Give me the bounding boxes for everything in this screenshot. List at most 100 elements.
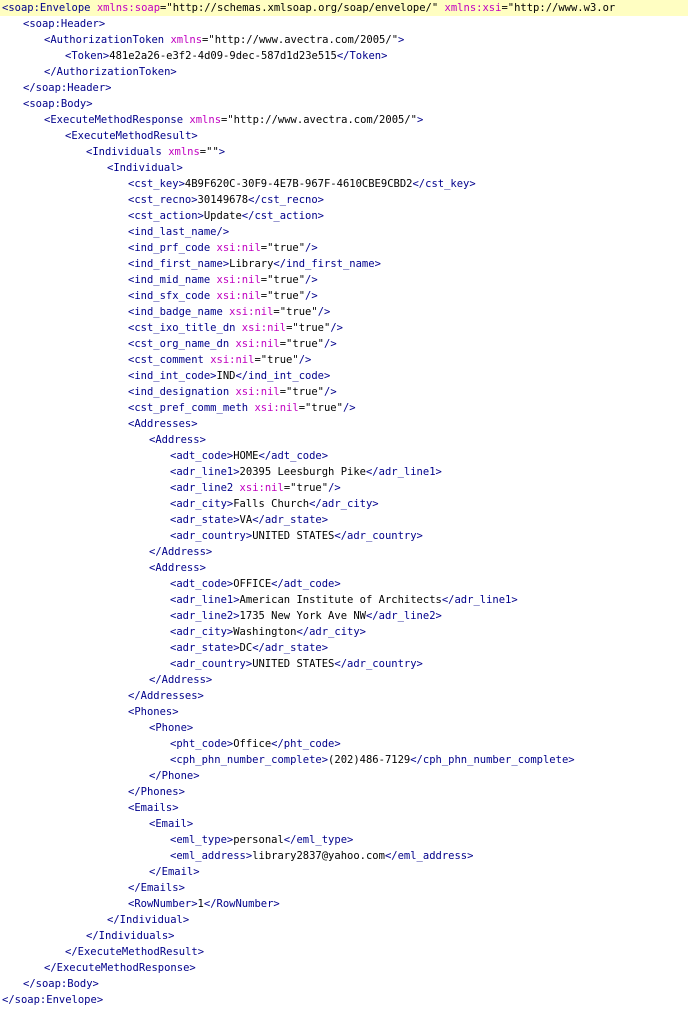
xml-text-value: HOME <box>233 450 259 462</box>
xml-tag: <ind_sfx_code <box>128 290 217 302</box>
xml-attribute-value: ="http://schemas.xmlsoap.org/soap/envelo… <box>160 2 445 14</box>
xml-attribute-value: ="true" <box>260 290 306 302</box>
xml-line: </Emails> <box>0 880 688 896</box>
xml-line: </Individual> <box>0 912 688 928</box>
xml-line: <cph_phn_number_complete>(202)486-7129</… <box>0 752 688 768</box>
xml-tag: <adr_line1> <box>170 466 240 478</box>
xml-tag: <pht_code> <box>170 738 234 750</box>
xml-tag: <ind_last_name/> <box>128 226 230 238</box>
xml-tag: <Phone> <box>149 722 194 734</box>
xml-line: <adr_city>Falls Church</adr_city> <box>0 496 688 512</box>
xml-attribute-name: xsi:nil <box>239 482 284 494</box>
xml-tag: </soap:Body> <box>23 978 99 990</box>
xml-line: <ind_designation xsi:nil="true"/> <box>0 384 688 400</box>
xml-tag: /> <box>298 354 312 366</box>
xml-attribute-name: xmlns:soap <box>96 2 161 14</box>
xml-tag: </Address> <box>149 546 213 558</box>
xml-tag: <adt_code> <box>170 578 234 590</box>
xml-tag: > <box>398 34 405 46</box>
xml-line: <Token>481e2a26-e3f2-4d09-9dec-587d1d23e… <box>0 48 688 64</box>
xml-line: </Email> <box>0 864 688 880</box>
xml-tag: <soap:Envelope <box>2 2 97 14</box>
xml-tag: <adr_city> <box>170 498 234 510</box>
xml-line: <adt_code>HOME</adt_code> <box>0 448 688 464</box>
xml-attribute-name: xsi:nil <box>216 242 261 254</box>
xml-line: <soap:Header> <box>0 16 688 32</box>
xml-text-value: UNITED STATES <box>252 530 335 542</box>
xml-text-value: Washington <box>233 626 297 638</box>
xml-line: <ind_first_name>Library</ind_first_name> <box>0 256 688 272</box>
xml-tag: </AuthorizationToken> <box>44 66 177 78</box>
xml-tag: </Emails> <box>128 882 185 894</box>
xml-tag: </Addresses> <box>128 690 204 702</box>
xml-tag: </cst_action> <box>241 210 324 222</box>
xml-text-value: personal <box>233 834 284 846</box>
xml-line: </Addresses> <box>0 688 688 704</box>
xml-tag: /> <box>342 402 356 414</box>
xml-line: <adr_line1>20395 Leesburgh Pike</adr_lin… <box>0 464 688 480</box>
xml-attribute-name: xsi:nil <box>216 290 261 302</box>
xml-line: </soap:Body> <box>0 976 688 992</box>
xml-line: </Individuals> <box>0 928 688 944</box>
xml-tag: <adr_country> <box>170 530 253 542</box>
xml-attribute-name: xsi:nil <box>235 386 280 398</box>
xml-tag: </Address> <box>149 674 213 686</box>
xml-tag: <cst_comment <box>128 354 211 366</box>
xml-text-value: 481e2a26-e3f2-4d09-9dec-587d1d23e515 <box>109 50 337 62</box>
xml-line: <adr_state>VA</adr_state> <box>0 512 688 528</box>
xml-tag: <ind_badge_name <box>128 306 230 318</box>
xml-tag: </cph_phn_number_complete> <box>410 754 575 766</box>
xml-tag: /> <box>305 290 318 302</box>
xml-viewer: <soap:Envelope xmlns:soap="http://schema… <box>0 0 688 1011</box>
xml-tag: <Email> <box>149 818 194 830</box>
xml-tag: </adr_country> <box>334 530 423 542</box>
xml-line: <adr_line2 xsi:nil="true"/> <box>0 480 688 496</box>
xml-tag: <adr_state> <box>170 514 240 526</box>
xml-tag: /> <box>305 242 318 254</box>
xml-tag: /> <box>328 482 341 494</box>
xml-text-value: 20395 Leesburgh Pike <box>239 466 366 478</box>
xml-line: <AuthorizationToken xmlns="http://www.av… <box>0 32 688 48</box>
xml-tag: <cst_recno> <box>128 194 198 206</box>
xml-line: <ExecuteMethodResult> <box>0 128 688 144</box>
xml-line: <Address> <box>0 560 688 576</box>
xml-tag: <ind_designation <box>128 386 236 398</box>
xml-tag: <ExecuteMethodResponse <box>44 114 190 126</box>
xml-line: <cst_recno>30149678</cst_recno> <box>0 192 688 208</box>
xml-tag: </adt_code> <box>258 450 329 462</box>
xml-line: <ind_int_code>IND</ind_int_code> <box>0 368 688 384</box>
xml-tag: </adr_state> <box>252 514 329 526</box>
xml-line: <cst_key>4B9F620C-30F9-4E7B-967F-4610CBE… <box>0 176 688 192</box>
xml-attribute-name: xmlns <box>168 146 200 158</box>
xml-tag: /> <box>324 338 337 350</box>
xml-tag: </cst_recno> <box>248 194 324 206</box>
xml-line: <adr_line2>1735 New York Ave NW</adr_lin… <box>0 608 688 624</box>
xml-text-value: 1735 New York Ave NW <box>239 610 366 622</box>
xml-tag: </ind_first_name> <box>273 258 381 270</box>
xml-attribute-name: xmlns <box>170 34 203 46</box>
xml-text-value: (202)486-7129 <box>328 754 411 766</box>
xml-tag: <adr_country> <box>170 658 253 670</box>
xml-tag: <Address> <box>149 434 206 446</box>
xml-line: <adr_country>UNITED STATES</adr_country> <box>0 528 688 544</box>
xml-tag: </soap:Header> <box>23 82 112 94</box>
xml-attribute-value: ="true" <box>283 482 329 494</box>
xml-tag: </Individuals> <box>86 930 175 942</box>
xml-tag: </adr_city> <box>309 498 379 510</box>
xml-tag: </RowNumber> <box>203 898 280 910</box>
xml-tag: <cst_key> <box>128 178 185 190</box>
xml-tag: <cst_pref_comm_meth <box>128 402 255 414</box>
xml-tag: </ExecuteMethodResult> <box>65 946 205 958</box>
xml-line: </soap:Envelope> <box>0 992 688 1008</box>
xml-tag: </adr_line1> <box>441 594 518 606</box>
xml-line: <Individuals xmlns=""> <box>0 144 688 160</box>
xml-tag: /> <box>324 386 337 398</box>
xml-attribute-name: xsi:nil <box>254 402 299 414</box>
xml-text-value: Update <box>203 210 242 222</box>
xml-attribute-value: ="true" <box>260 242 306 254</box>
xml-attribute-value: ="true" <box>279 338 324 350</box>
xml-tag: <ind_prf_code <box>128 242 217 254</box>
xml-line: </soap:Header> <box>0 80 688 96</box>
xml-attribute-value: ="true" <box>260 274 306 286</box>
xml-attribute-name: xsi:nil <box>210 354 255 366</box>
